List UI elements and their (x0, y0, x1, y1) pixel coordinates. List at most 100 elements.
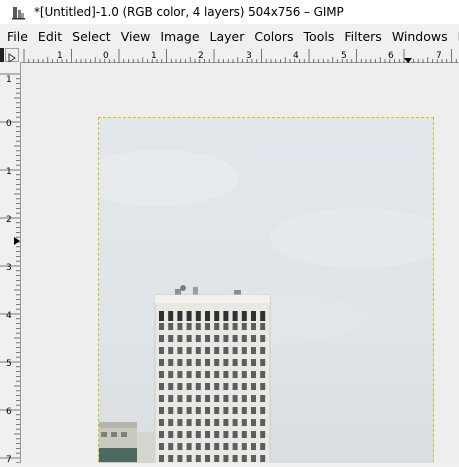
menu-filters[interactable]: Filters (339, 27, 386, 47)
menu-bar: File Edit Select View Image Layer Colors… (0, 27, 459, 47)
tower-window (177, 323, 183, 330)
image-photo[interactable] (99, 118, 434, 463)
tower-window (168, 311, 174, 321)
tower-window (168, 395, 174, 402)
tower-window (186, 359, 192, 366)
tower-window (232, 335, 238, 342)
tower-window (260, 371, 266, 378)
ruler-label: 0 (103, 51, 109, 61)
ruler-label: 3 (246, 51, 252, 61)
tower-window (214, 407, 220, 414)
tower-window (232, 455, 238, 462)
tower-window (177, 395, 183, 402)
tower-window (168, 431, 174, 438)
window-title: *[Untitled]-1.0 (RGB color, 4 layers) 50… (34, 5, 344, 19)
tower-window (251, 335, 256, 342)
tower-window (205, 395, 210, 402)
tower-window (159, 419, 164, 426)
tower-window (195, 359, 201, 366)
ruler-label: 5 (341, 51, 347, 61)
tower-window (186, 335, 192, 342)
tower-window (186, 395, 192, 402)
menu-tools[interactable]: Tools (299, 27, 340, 47)
tower-window (223, 359, 229, 366)
menu-colors[interactable]: Colors (249, 27, 298, 47)
menu-select[interactable]: Select (67, 27, 116, 47)
tower-window (159, 431, 164, 438)
tower-window (223, 443, 229, 450)
tower-window (205, 407, 210, 414)
tower-window (260, 419, 266, 426)
tower-window (241, 311, 247, 321)
image-canvas[interactable] (21, 63, 459, 463)
tower-window (205, 347, 210, 354)
pointer-position-marker (14, 237, 20, 245)
tower-window (159, 323, 164, 330)
menu-view[interactable]: View (116, 27, 156, 47)
ruler-label: 4 (6, 311, 12, 321)
tower-window (214, 347, 220, 354)
menu-layer[interactable]: Layer (205, 27, 250, 47)
tower-window (251, 383, 256, 390)
menu-help[interactable]: H (453, 27, 459, 47)
tower-window (195, 323, 201, 330)
tower-window (159, 347, 164, 354)
tower-window (168, 419, 174, 426)
menu-image[interactable]: Image (155, 27, 204, 47)
tower-window (205, 371, 210, 378)
tower-window (177, 443, 183, 450)
tower-window (232, 311, 238, 321)
tower-window (205, 323, 210, 330)
tower-window (177, 455, 183, 462)
tower-window (251, 431, 256, 438)
tower-window (260, 347, 266, 354)
tower-window (241, 407, 247, 414)
tower-window (223, 311, 229, 321)
tower-window (251, 359, 256, 366)
ruler-label: 1 (151, 51, 157, 61)
tower-window (177, 347, 183, 354)
ruler-label: 1 (6, 167, 12, 177)
tower-window (195, 371, 201, 378)
horizontal-ruler[interactable]: 1 0 1 2 3 4 5 6 7 (20, 48, 459, 63)
gimp-app-icon[interactable] (12, 4, 26, 20)
tower-window (186, 383, 192, 390)
tower-window (195, 419, 201, 426)
ruler-label: 5 (6, 359, 12, 369)
tower-window (223, 455, 229, 462)
tower-window (168, 359, 174, 366)
tower-window (260, 311, 266, 321)
tower-window (223, 395, 229, 402)
tower-window (186, 323, 192, 330)
tower-window (168, 335, 174, 342)
tower-window (159, 395, 164, 402)
tower-window (195, 383, 201, 390)
tower-window (214, 323, 220, 330)
tower-window (223, 323, 229, 330)
ruler-label: 7 (436, 51, 442, 61)
tower-window (195, 347, 201, 354)
menu-edit[interactable]: Edit (33, 27, 67, 47)
tower-window (214, 443, 220, 450)
tower-window (260, 383, 266, 390)
menu-file[interactable]: File (0, 27, 33, 47)
tower-window (186, 347, 192, 354)
tower-window (159, 407, 164, 414)
tower-window (260, 431, 266, 438)
tower-window (260, 407, 266, 414)
tower-window (223, 407, 229, 414)
tower-window (168, 407, 174, 414)
tower-window (177, 431, 183, 438)
tower-window (159, 383, 164, 390)
tower-window (260, 395, 266, 402)
menu-windows[interactable]: Windows (387, 27, 453, 47)
tower-window (186, 419, 192, 426)
vertical-ruler[interactable]: 1 0 1 2 3 4 5 6 7 (0, 62, 21, 465)
quick-mask-toggle-button[interactable] (5, 48, 19, 63)
tower-window (232, 323, 238, 330)
tower-window (168, 443, 174, 450)
tower-window (241, 443, 247, 450)
tower-window (241, 431, 247, 438)
tower-window (195, 431, 201, 438)
title-bar: *[Untitled]-1.0 (RGB color, 4 layers) 50… (0, 0, 459, 24)
